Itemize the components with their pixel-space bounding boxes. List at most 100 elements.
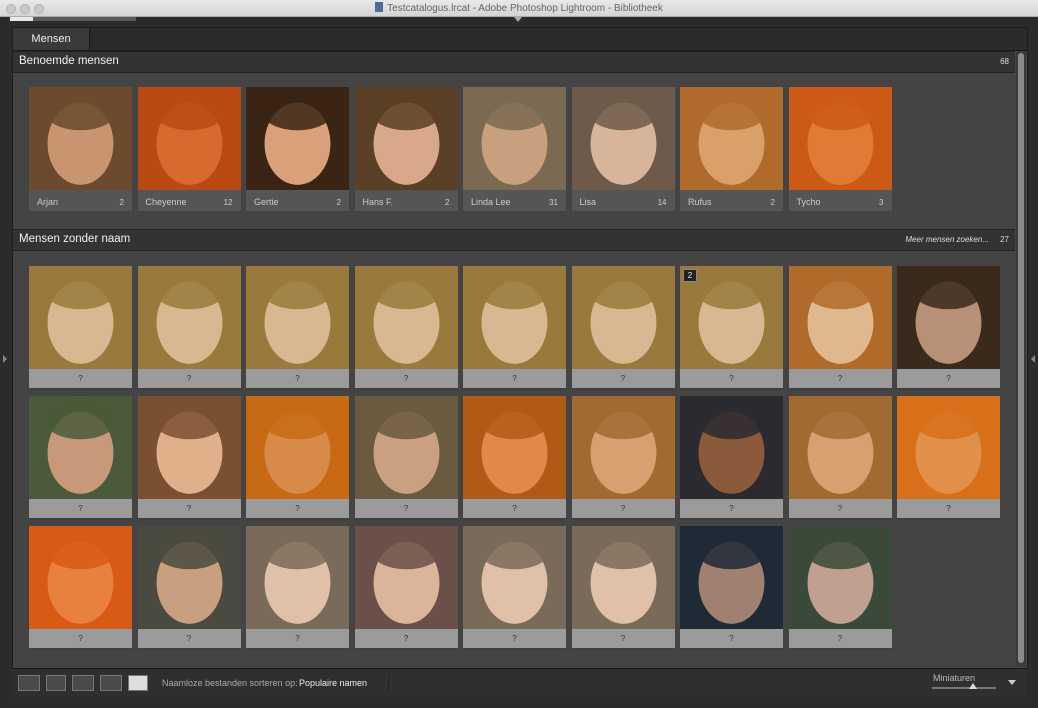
- face-thumbnail: [354, 526, 458, 629]
- name-input-field[interactable]: ?: [29, 499, 132, 518]
- unnamed-face-card[interactable]: ?: [680, 396, 783, 520]
- unnamed-face-card[interactable]: ?: [897, 396, 1000, 520]
- face-thumbnail: [897, 266, 1000, 369]
- unnamed-face-card[interactable]: ?: [29, 396, 132, 520]
- face-photo: [463, 266, 566, 369]
- face-photo: [571, 396, 675, 499]
- unnamed-face-card[interactable]: ?: [137, 396, 241, 520]
- person-photo-count: 2: [336, 198, 341, 207]
- sort-select[interactable]: Populaire namen: [299, 678, 367, 688]
- name-input-field[interactable]: ?: [571, 369, 675, 388]
- name-input-field[interactable]: ?: [680, 629, 783, 648]
- face-thumbnail: [680, 87, 783, 190]
- people-view-icon[interactable]: [128, 675, 148, 691]
- person-name: Hans F.: [362, 197, 394, 207]
- unnamed-face-card[interactable]: ?: [680, 526, 783, 650]
- unnamed-face-card[interactable]: ?: [571, 266, 675, 390]
- name-input-field[interactable]: ?: [571, 629, 675, 648]
- unnamed-face-card[interactable]: ?: [137, 266, 241, 390]
- scrollbar[interactable]: [1016, 51, 1026, 667]
- unnamed-face-card[interactable]: ?: [354, 526, 458, 650]
- tab-people[interactable]: Mensen: [13, 28, 90, 50]
- name-input-field[interactable]: ?: [897, 499, 1000, 518]
- unnamed-face-card[interactable]: ?: [788, 526, 892, 650]
- left-panel-toggle-icon[interactable]: [3, 355, 7, 363]
- named-person-card[interactable]: Hans F. 2: [354, 87, 458, 211]
- sort-label: Naamloze bestanden sorteren op:: [162, 678, 298, 688]
- name-input-field[interactable]: ?: [354, 629, 458, 648]
- name-input-field[interactable]: ?: [29, 369, 132, 388]
- unnamed-face-card[interactable]: ?: [788, 266, 892, 390]
- stack-count-badge[interactable]: 2: [683, 269, 697, 282]
- named-person-card[interactable]: Gertie 2: [246, 87, 349, 211]
- name-input-field[interactable]: ?: [788, 499, 892, 518]
- unnamed-face-card[interactable]: ?: [571, 526, 675, 650]
- unnamed-face-card[interactable]: ?: [463, 526, 566, 650]
- unnamed-face-card[interactable]: ?: [29, 266, 132, 390]
- name-input-field[interactable]: ?: [354, 369, 458, 388]
- name-input-field[interactable]: ?: [137, 499, 241, 518]
- slider-knob[interactable]: [969, 683, 977, 689]
- unnamed-face-card[interactable]: ?: [463, 266, 566, 390]
- unnamed-face-card[interactable]: ?: [246, 396, 349, 520]
- loupe-view-icon[interactable]: [46, 675, 66, 691]
- unnamed-face-card[interactable]: ?: [354, 396, 458, 520]
- named-person-card[interactable]: Linda Lee 31: [463, 87, 566, 211]
- thumbnail-size-slider[interactable]: [932, 687, 996, 689]
- face-thumbnail: [463, 87, 566, 190]
- unnamed-face-card[interactable]: ?: [246, 526, 349, 650]
- named-people-header[interactable]: Benoemde mensen 68: [13, 51, 1015, 73]
- named-person-card[interactable]: Cheyenne 12: [137, 87, 241, 211]
- toolbar-menu-icon[interactable]: [1008, 680, 1016, 685]
- face-photo: [788, 526, 892, 629]
- face-thumbnail: [29, 87, 132, 190]
- unnamed-face-card[interactable]: ?: [246, 266, 349, 390]
- unnamed-face-card[interactable]: ?: [788, 396, 892, 520]
- face-photo: [29, 266, 132, 369]
- name-input-field[interactable]: ?: [897, 369, 1000, 388]
- window-title-wrap: Testcatalogus.lrcat - Adobe Photoshop Li…: [0, 2, 1038, 14]
- person-name: Tycho: [796, 197, 821, 207]
- name-input-field[interactable]: ?: [246, 499, 349, 518]
- person-photo: [354, 87, 458, 190]
- grid-view-icon[interactable]: [18, 675, 40, 691]
- name-input-field[interactable]: ?: [29, 629, 132, 648]
- scroll-thumb[interactable]: [1018, 53, 1024, 663]
- face-photo: [897, 396, 1000, 499]
- right-panel-toggle-icon[interactable]: [1031, 355, 1035, 363]
- face-thumbnail: [897, 396, 1000, 499]
- face-photo: [29, 526, 132, 629]
- name-input-field[interactable]: ?: [463, 629, 566, 648]
- name-input-field[interactable]: ?: [788, 369, 892, 388]
- name-input-field[interactable]: ?: [137, 629, 241, 648]
- survey-view-icon[interactable]: [100, 675, 122, 691]
- unnamed-face-card[interactable]: ?: [29, 526, 132, 650]
- named-person-card[interactable]: Rufus 2: [680, 87, 783, 211]
- name-input-field[interactable]: ?: [463, 369, 566, 388]
- unnamed-face-card[interactable]: ?: [137, 526, 241, 650]
- named-person-card[interactable]: Tycho 3: [788, 87, 892, 211]
- named-person-card[interactable]: Lisa 14: [571, 87, 675, 211]
- compare-view-icon[interactable]: [72, 675, 94, 691]
- name-input-field[interactable]: ?: [680, 499, 783, 518]
- name-input-field[interactable]: ?: [354, 499, 458, 518]
- name-input-field[interactable]: ?: [680, 369, 783, 388]
- name-input-field[interactable]: ?: [246, 369, 349, 388]
- name-input-field[interactable]: ?: [246, 629, 349, 648]
- face-photo: [246, 526, 349, 629]
- name-input-field[interactable]: ?: [788, 629, 892, 648]
- unnamed-people-header[interactable]: Mensen zonder naam Meer mensen zoeken...…: [13, 229, 1015, 251]
- unnamed-face-card[interactable]: 2?: [680, 266, 783, 390]
- face-photo: [897, 266, 1000, 369]
- name-input-field[interactable]: ?: [137, 369, 241, 388]
- unnamed-face-card[interactable]: ?: [354, 266, 458, 390]
- name-input-field[interactable]: ?: [571, 499, 675, 518]
- unnamed-face-card[interactable]: ?: [463, 396, 566, 520]
- named-person-card[interactable]: Arjan 2: [29, 87, 132, 211]
- person-name: Rufus: [688, 197, 712, 207]
- top-panel-toggle-icon[interactable]: [514, 17, 522, 22]
- unnamed-face-card[interactable]: ?: [571, 396, 675, 520]
- unnamed-face-card[interactable]: ?: [897, 266, 1000, 390]
- name-input-field[interactable]: ?: [463, 499, 566, 518]
- find-more-people-link[interactable]: Meer mensen zoeken...: [905, 235, 989, 244]
